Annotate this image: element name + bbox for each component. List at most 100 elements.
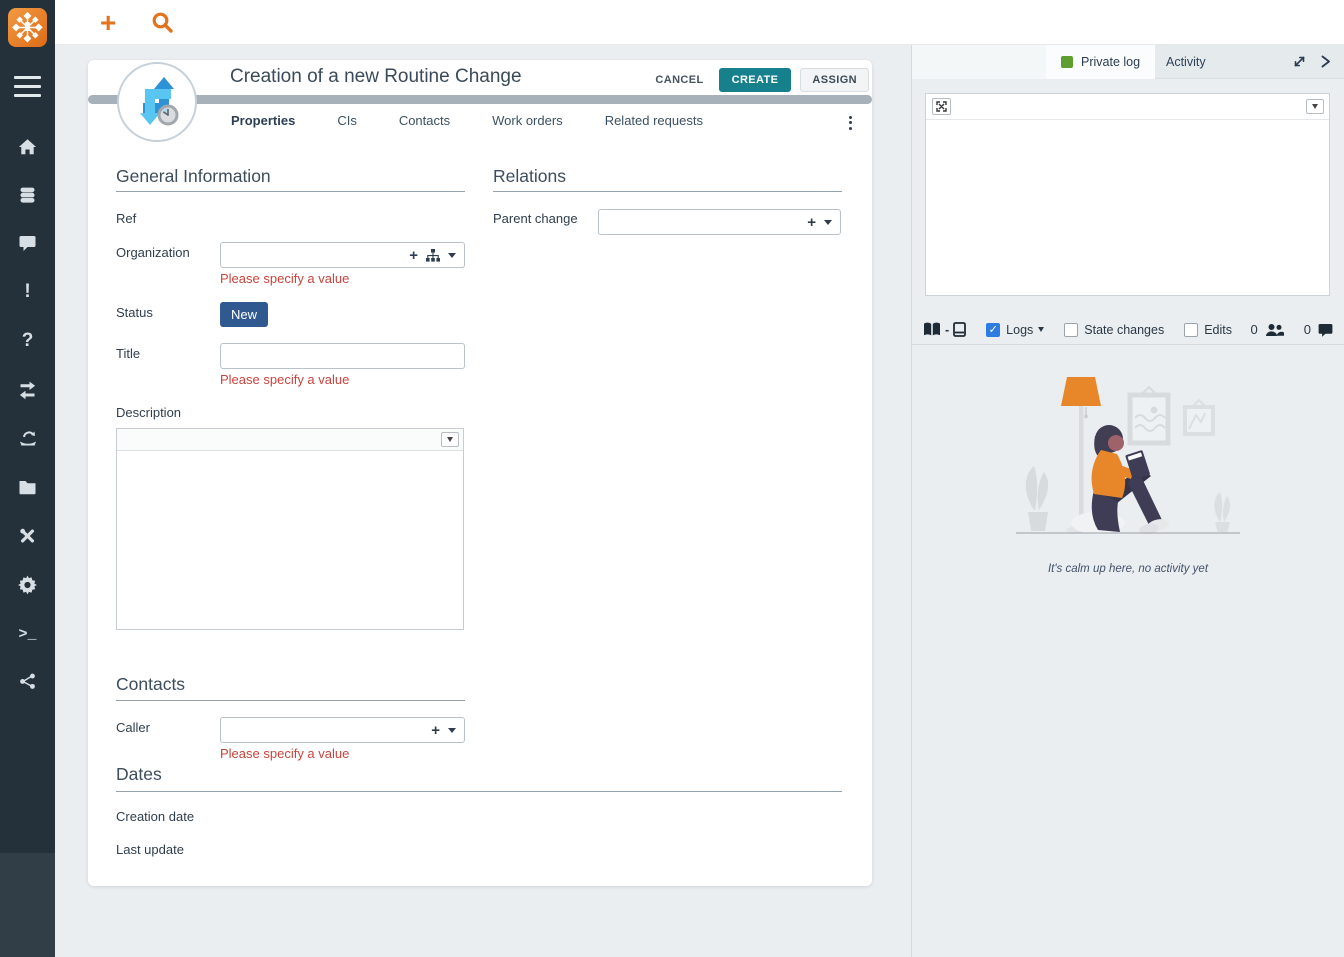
logs-caret-down-icon[interactable] — [1038, 327, 1044, 332]
object-creation-card: Creation of a new Routine Change CANCEL … — [88, 60, 872, 886]
description-label: Description — [116, 405, 181, 420]
create-button[interactable]: CREATE — [719, 68, 792, 92]
tab-private-log[interactable]: Private log — [1046, 45, 1155, 79]
picture-frames — [1130, 387, 1213, 443]
edits-checkbox[interactable] — [1184, 323, 1198, 337]
assign-button[interactable]: ASSIGN — [800, 68, 869, 92]
comment-icon — [1318, 323, 1333, 337]
expand-diagonal-icon — [1293, 55, 1306, 68]
section-divider — [116, 791, 842, 792]
parent-change-label: Parent change — [493, 211, 578, 226]
quick-create-button[interactable]: + — [100, 3, 116, 43]
edits-label[interactable]: Edits — [1204, 323, 1232, 337]
caller-validation-message: Please specify a value — [220, 746, 349, 761]
sidebar-item-change-management[interactable] — [0, 372, 55, 408]
section-contacts: Contacts — [116, 674, 185, 695]
section-relations: Relations — [493, 166, 566, 187]
global-search-button[interactable] — [151, 11, 174, 39]
closed-book-icon[interactable] — [953, 322, 966, 337]
description-editor-toolbar — [117, 429, 463, 451]
caret-down-icon[interactable] — [448, 253, 456, 258]
organization-validation-message: Please specify a value — [220, 271, 349, 286]
title-input[interactable] — [220, 343, 465, 369]
chevron-right-icon — [1320, 55, 1331, 68]
caret-down-icon[interactable] — [824, 220, 832, 225]
organization-select[interactable]: + — [220, 242, 465, 268]
itop-logo-icon — [8, 8, 47, 47]
mentions-count: 0 — [1251, 322, 1258, 337]
caret-down-icon[interactable] — [448, 728, 456, 733]
parent-change-select[interactable]: + — [598, 209, 841, 235]
sidebar-item-run-queries[interactable]: >_ — [0, 616, 55, 652]
itop-application: ! ? — [0, 0, 1344, 957]
status-badge: New — [220, 302, 268, 327]
activity-panel-tabbar: Private log Activity — [912, 45, 1344, 79]
sidebar-item-configuration[interactable] — [0, 567, 55, 603]
sidebar-item-home[interactable] — [0, 129, 55, 165]
database-icon — [17, 185, 38, 205]
status-label: Status — [116, 305, 153, 320]
sidebar-item-incident-management[interactable]: ! — [0, 274, 55, 310]
tab-activity[interactable]: Activity — [1152, 45, 1220, 79]
question-mark-icon: ? — [22, 330, 34, 352]
menu-toggle-icon[interactable] — [14, 76, 41, 103]
people-icon — [1265, 323, 1284, 337]
sidebar-item-data-model[interactable] — [0, 663, 55, 699]
tab-properties[interactable]: Properties — [210, 113, 316, 128]
caller-select[interactable]: + — [220, 717, 465, 743]
app-sidebar: ! ? — [0, 0, 55, 957]
tab-cis[interactable]: CIs — [316, 113, 378, 128]
dash-separator: - — [945, 323, 949, 337]
tab-related-requests[interactable]: Related requests — [584, 113, 724, 128]
gear-icon — [17, 575, 38, 595]
sidebar-item-helpdesk[interactable] — [0, 225, 55, 261]
add-icon[interactable]: + — [431, 723, 440, 738]
organization-label: Organization — [116, 245, 190, 260]
sidebar-item-service-management[interactable] — [0, 420, 55, 456]
open-book-icon[interactable] — [923, 322, 941, 337]
tabs-overflow-menu[interactable] — [843, 111, 858, 134]
sidebar-item-configuration-management[interactable] — [0, 177, 55, 213]
terminal-icon: >_ — [18, 626, 36, 643]
section-general-information: General Information — [116, 166, 271, 187]
comments-count: 0 — [1304, 322, 1311, 337]
add-icon[interactable]: + — [807, 215, 816, 230]
hand-holding-icon — [17, 428, 39, 448]
toolbar-expand-dropdown[interactable] — [441, 432, 459, 447]
creation-date-label: Creation date — [116, 809, 194, 824]
maximize-editor-button[interactable] — [932, 98, 951, 115]
tab-work-orders[interactable]: Work orders — [471, 113, 584, 128]
state-changes-label[interactable]: State changes — [1084, 323, 1164, 337]
logs-checkbox[interactable] — [986, 323, 1000, 337]
collapse-panel-button[interactable] — [1320, 55, 1331, 73]
caret-down-icon — [447, 437, 453, 442]
no-activity-illustration — [1008, 370, 1248, 545]
private-log-editor[interactable] — [925, 93, 1330, 296]
private-log-color-icon — [1061, 56, 1073, 68]
sidebar-item-data-administration[interactable] — [0, 469, 55, 505]
activity-panel: Private log Activity — [912, 45, 1344, 957]
state-changes-checkbox[interactable] — [1064, 323, 1078, 337]
tab-private-log-label: Private log — [1081, 55, 1140, 69]
caret-down-icon — [1312, 104, 1318, 109]
sidebar-item-admin-tools[interactable] — [0, 518, 55, 554]
itop-logo[interactable] — [8, 8, 47, 47]
cancel-button[interactable]: CANCEL — [649, 69, 709, 91]
description-editor[interactable] — [116, 428, 464, 630]
sidebar-item-problem-management[interactable]: ? — [0, 323, 55, 359]
hierarchy-icon[interactable] — [426, 249, 440, 262]
global-topbar: + — [55, 0, 1344, 45]
share-graph-icon — [18, 672, 37, 690]
tools-icon — [17, 526, 38, 546]
form-actions: CANCEL CREATE ASSIGN — [649, 68, 869, 92]
add-icon[interactable]: + — [409, 248, 418, 263]
ref-label: Ref — [116, 211, 136, 226]
last-update-label: Last update — [116, 842, 184, 857]
tab-contacts[interactable]: Contacts — [378, 113, 471, 128]
editor-toolbar-dropdown[interactable] — [1306, 99, 1324, 114]
activity-panel-header-spacer — [912, 45, 1046, 79]
expand-panel-button[interactable] — [1293, 55, 1306, 73]
speech-bubble-icon — [17, 233, 38, 253]
logs-label[interactable]: Logs — [1006, 323, 1033, 337]
plant-right — [1214, 492, 1230, 532]
